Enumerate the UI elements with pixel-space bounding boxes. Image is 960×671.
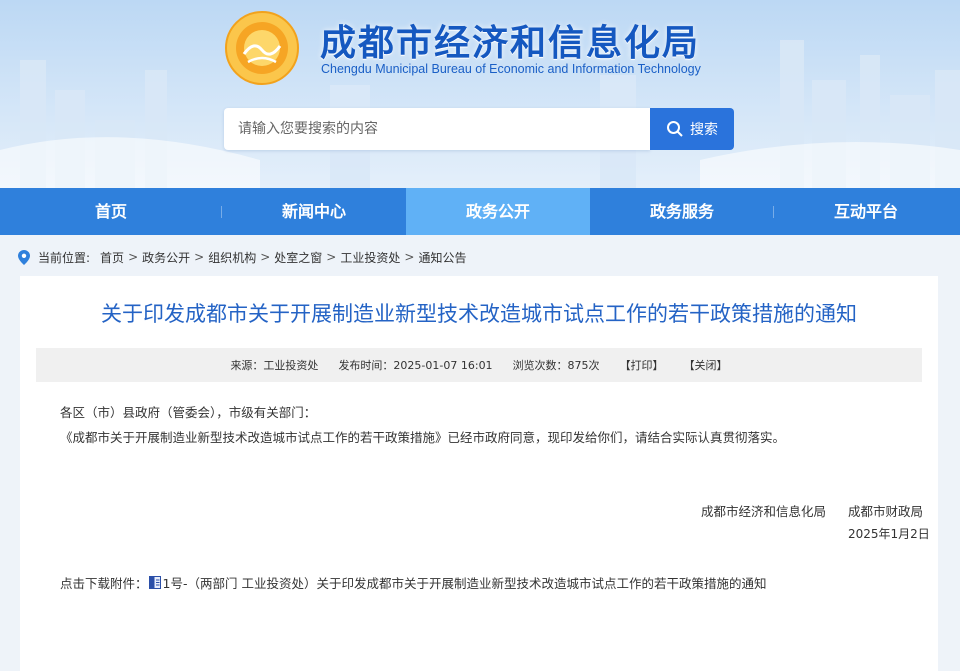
search-button[interactable]: 搜索: [650, 108, 734, 150]
search-input[interactable]: [224, 108, 652, 150]
breadcrumb-home[interactable]: 首页: [100, 249, 124, 266]
sun-emblem-icon: [225, 11, 299, 85]
nav-item-label: 政务公开: [465, 202, 530, 221]
attachment-label: 点击下载附件：: [60, 576, 148, 591]
breadcrumb-gov-affairs[interactable]: 政务公开: [142, 249, 190, 266]
close-button[interactable]: 【关闭】: [684, 357, 728, 373]
breadcrumb-separator: >: [194, 250, 205, 264]
article-paragraph: 各区（市）县政府（管委会），市级有关部门：: [60, 405, 317, 420]
nav-item-news[interactable]: 新闻中心: [222, 188, 406, 235]
signature-org-economy-bureau: 成都市经济和信息化局: [701, 504, 827, 519]
attachment-row: 点击下载附件： 1号-（两部门 工业投资处）关于印发成都市关于开展制造业新型技术…: [60, 573, 766, 592]
nav-item-label: 新闻中心: [281, 202, 346, 221]
breadcrumb-separator: >: [404, 250, 415, 264]
print-button[interactable]: 【打印】: [620, 357, 664, 373]
search-box: [224, 108, 652, 150]
meta-publish-time: 发布时间：2025-01-07 16:01: [338, 359, 493, 372]
breadcrumb-organization[interactable]: 组织机构: [208, 249, 256, 266]
search-button-label: 搜索: [690, 122, 718, 138]
article-paragraph: 《成都市关于开展制造业新型技术改造城市试点工作的若干政策措施》已经市政府同意，现…: [60, 430, 786, 445]
site-title: 成都市经济和信息化局: [320, 23, 701, 64]
breadcrumb-separator: >: [128, 250, 139, 264]
article-meta-bar: 来源：工业投资处 发布时间：2025-01-07 16:01 浏览次数：875次…: [36, 348, 922, 382]
signature-date: 2025年1月2日: [848, 527, 930, 541]
breadcrumb-separator: >: [326, 250, 337, 264]
word-document-icon: [148, 576, 161, 589]
article-panel: 关于印发成都市关于开展制造业新型技术改造城市试点工作的若干政策措施的通知 来源：…: [20, 276, 938, 671]
article-title: 关于印发成都市关于开展制造业新型技术改造城市试点工作的若干政策措施的通知: [101, 302, 857, 326]
meta-view-count: 浏览次数：875次: [512, 359, 600, 372]
site-subtitle: Chengdu Municipal Bureau of Economic and…: [321, 62, 701, 76]
search-icon: [667, 121, 683, 137]
main-nav: 首页 新闻中心 政务公开 政务服务 互动平台: [0, 188, 960, 235]
nav-item-gov-affairs[interactable]: 政务公开: [406, 188, 590, 235]
breadcrumb-label: 当前位置:: [38, 250, 91, 265]
nav-item-home[interactable]: 首页: [0, 188, 222, 235]
meta-source: 来源：工业投资处: [230, 359, 319, 372]
site-header: 成都市经济和信息化局 Chengdu Municipal Bureau of E…: [0, 0, 960, 188]
breadcrumb-separator: >: [260, 250, 271, 264]
nav-item-interaction[interactable]: 互动平台: [774, 188, 958, 235]
attachment-download-link[interactable]: 1号-（两部门 工业投资处）关于印发成都市关于开展制造业新型技术改造城市试点工作…: [163, 573, 767, 592]
signature-org-finance-bureau: 成都市财政局: [848, 504, 924, 519]
breadcrumb-department-window[interactable]: 处室之窗: [274, 249, 322, 266]
nav-item-gov-services[interactable]: 政务服务: [590, 188, 774, 235]
breadcrumb-industrial-investment[interactable]: 工业投资处: [340, 249, 400, 266]
breadcrumb: 当前位置: 首页 > 政务公开 > 组织机构 > 处室之窗 > 工业投资处 > …: [18, 246, 466, 268]
nav-item-label: 首页: [94, 202, 127, 221]
breadcrumb-notices[interactable]: 通知公告: [418, 249, 466, 266]
nav-item-label: 政务服务: [649, 202, 714, 221]
location-pin-icon: [18, 249, 30, 265]
nav-item-label: 互动平台: [833, 202, 898, 221]
